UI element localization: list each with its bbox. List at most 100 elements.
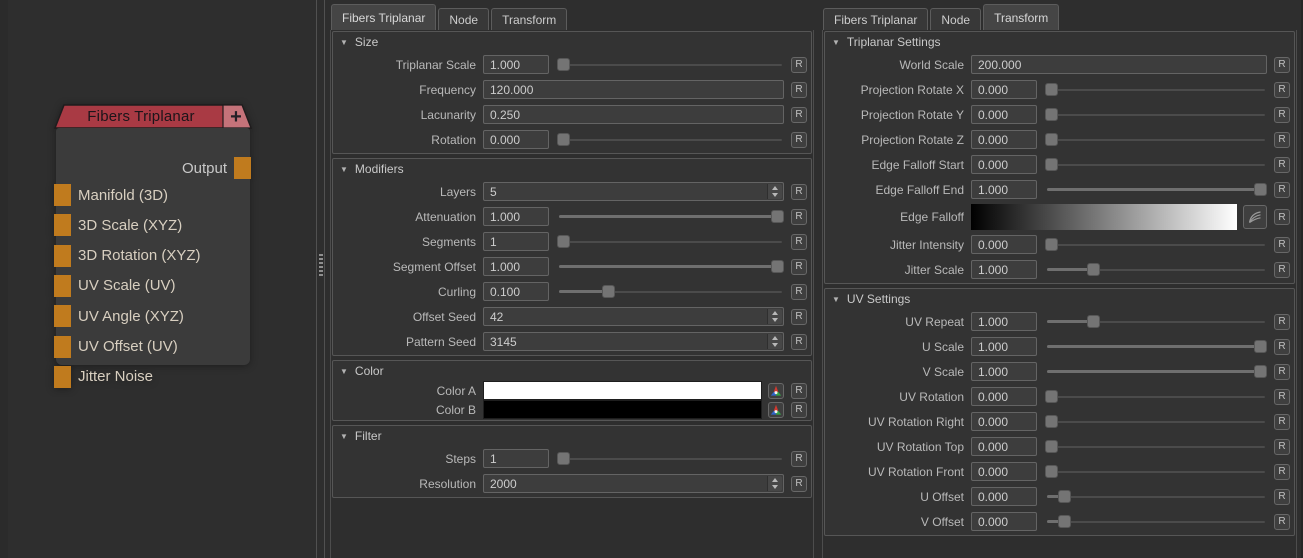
uv-rotation-slider[interactable] xyxy=(1045,384,1267,409)
slider-handle[interactable] xyxy=(1058,515,1071,528)
reset-button[interactable]: R xyxy=(791,309,807,325)
slider-handle[interactable] xyxy=(1045,390,1058,403)
color-a-swatch[interactable] xyxy=(483,381,762,400)
reset-button[interactable]: R xyxy=(1274,82,1290,98)
curling-input[interactable]: 0.100 xyxy=(483,282,549,301)
slider-handle[interactable] xyxy=(1087,315,1100,328)
lacunarity-input[interactable]: 0.250 xyxy=(483,105,784,124)
reset-button[interactable]: R xyxy=(791,57,807,73)
resolution-input[interactable]: 2000 xyxy=(483,474,784,493)
color-picker-button[interactable] xyxy=(768,383,784,399)
uv-rotation-top-slider[interactable] xyxy=(1045,434,1267,459)
jitter-intensity-input[interactable]: 0.000 xyxy=(971,235,1037,254)
v-scale-slider[interactable] xyxy=(1045,359,1267,384)
reset-button[interactable]: R xyxy=(791,209,807,225)
projection-rotate-y-slider[interactable] xyxy=(1045,102,1267,127)
reset-button[interactable]: R xyxy=(791,383,807,399)
uv-repeat-input[interactable]: 1.000 xyxy=(971,312,1037,331)
spin-down-icon[interactable] xyxy=(772,193,778,197)
slider-handle[interactable] xyxy=(1045,83,1058,96)
pattern-seed-stepper[interactable] xyxy=(767,334,782,349)
slider-handle[interactable] xyxy=(557,58,570,71)
reset-button[interactable]: R xyxy=(1274,132,1290,148)
input-port[interactable] xyxy=(54,305,71,327)
segment-offset-input[interactable]: 1.000 xyxy=(483,257,549,276)
resolution-stepper[interactable] xyxy=(767,476,782,491)
spin-up-icon[interactable] xyxy=(772,478,778,482)
slider-handle[interactable] xyxy=(1045,415,1058,428)
reset-button[interactable]: R xyxy=(1274,514,1290,530)
reset-button[interactable]: R xyxy=(791,259,807,275)
tab-fibers-triplanar[interactable]: Fibers Triplanar xyxy=(331,4,436,30)
reset-button[interactable]: R xyxy=(1274,489,1290,505)
reset-button[interactable]: R xyxy=(1274,182,1290,198)
steps-input[interactable]: 1 xyxy=(483,449,549,468)
uv-rotation-front-slider[interactable] xyxy=(1045,459,1267,484)
world-scale-input[interactable]: 200.000 xyxy=(971,55,1267,74)
u-scale-input[interactable]: 1.000 xyxy=(971,337,1037,356)
input-port[interactable] xyxy=(54,366,71,388)
reset-button[interactable]: R xyxy=(1274,237,1290,253)
curling-slider[interactable] xyxy=(557,279,784,304)
section-header[interactable]: ▼Color xyxy=(333,361,811,381)
reset-button[interactable]: R xyxy=(1274,157,1290,173)
tab-node[interactable]: Node xyxy=(438,8,489,30)
input-port[interactable] xyxy=(54,275,71,297)
color-b-swatch[interactable] xyxy=(483,400,762,419)
spin-down-icon[interactable] xyxy=(772,318,778,322)
reset-button[interactable]: R xyxy=(1274,439,1290,455)
slider-handle[interactable] xyxy=(602,285,615,298)
reset-button[interactable]: R xyxy=(1274,464,1290,480)
reset-button[interactable]: R xyxy=(791,234,807,250)
node-editor-canvas[interactable]: Fibers Triplanar + Output Manifold (3D)3… xyxy=(0,0,316,558)
spin-down-icon[interactable] xyxy=(772,343,778,347)
offset-seed-input[interactable]: 42 xyxy=(483,307,784,326)
slider-handle[interactable] xyxy=(1058,490,1071,503)
edge-falloff-gradient[interactable] xyxy=(971,204,1237,230)
reset-button[interactable]: R xyxy=(791,284,807,300)
slider-handle[interactable] xyxy=(1254,183,1267,196)
steps-slider[interactable] xyxy=(557,446,784,471)
reset-button[interactable]: R xyxy=(1274,57,1290,73)
node-fibers-triplanar[interactable]: Fibers Triplanar + Output Manifold (3D)3… xyxy=(54,104,252,366)
section-header[interactable]: ▼UV Settings xyxy=(825,289,1294,309)
spin-up-icon[interactable] xyxy=(772,186,778,190)
uv-rotation-input[interactable]: 0.000 xyxy=(971,387,1037,406)
slider-handle[interactable] xyxy=(1254,340,1267,353)
projection-rotate-z-slider[interactable] xyxy=(1045,127,1267,152)
slider-handle[interactable] xyxy=(1045,465,1058,478)
slider-handle[interactable] xyxy=(1087,263,1100,276)
u-scale-slider[interactable] xyxy=(1045,334,1267,359)
color-picker-button[interactable] xyxy=(768,402,784,418)
spin-down-icon[interactable] xyxy=(772,485,778,489)
projection-rotate-y-input[interactable]: 0.000 xyxy=(971,105,1037,124)
reset-button[interactable]: R xyxy=(1274,314,1290,330)
node-add-button[interactable]: + xyxy=(223,105,249,128)
uv-repeat-slider[interactable] xyxy=(1045,309,1267,334)
edge-falloff-end-input[interactable]: 1.000 xyxy=(971,180,1037,199)
uv-rotation-top-input[interactable]: 0.000 xyxy=(971,437,1037,456)
spin-up-icon[interactable] xyxy=(772,336,778,340)
input-port[interactable] xyxy=(54,214,71,236)
node-body[interactable]: Output Manifold (3D)3D Scale (XYZ)3D Rot… xyxy=(56,128,250,365)
reset-button[interactable]: R xyxy=(791,107,807,123)
tab-node[interactable]: Node xyxy=(930,8,981,30)
layers-input[interactable]: 5 xyxy=(483,182,784,201)
reset-button[interactable]: R xyxy=(791,402,807,418)
v-offset-input[interactable]: 0.000 xyxy=(971,512,1037,531)
edge-falloff-start-slider[interactable] xyxy=(1045,152,1267,177)
segments-slider[interactable] xyxy=(557,229,784,254)
reset-button[interactable]: R xyxy=(791,334,807,350)
input-port[interactable] xyxy=(54,184,71,206)
spin-up-icon[interactable] xyxy=(772,311,778,315)
projection-rotate-x-slider[interactable] xyxy=(1045,77,1267,102)
u-offset-input[interactable]: 0.000 xyxy=(971,487,1037,506)
section-header[interactable]: ▼Triplanar Settings xyxy=(825,32,1294,52)
reset-button[interactable]: R xyxy=(791,82,807,98)
attenuation-slider[interactable] xyxy=(557,204,784,229)
triplanar-scale-slider[interactable] xyxy=(557,52,784,77)
reset-button[interactable]: R xyxy=(1274,414,1290,430)
jitter-scale-input[interactable]: 1.000 xyxy=(971,260,1037,279)
section-header[interactable]: ▼Modifiers xyxy=(333,159,811,179)
section-header[interactable]: ▼Filter xyxy=(333,426,811,446)
